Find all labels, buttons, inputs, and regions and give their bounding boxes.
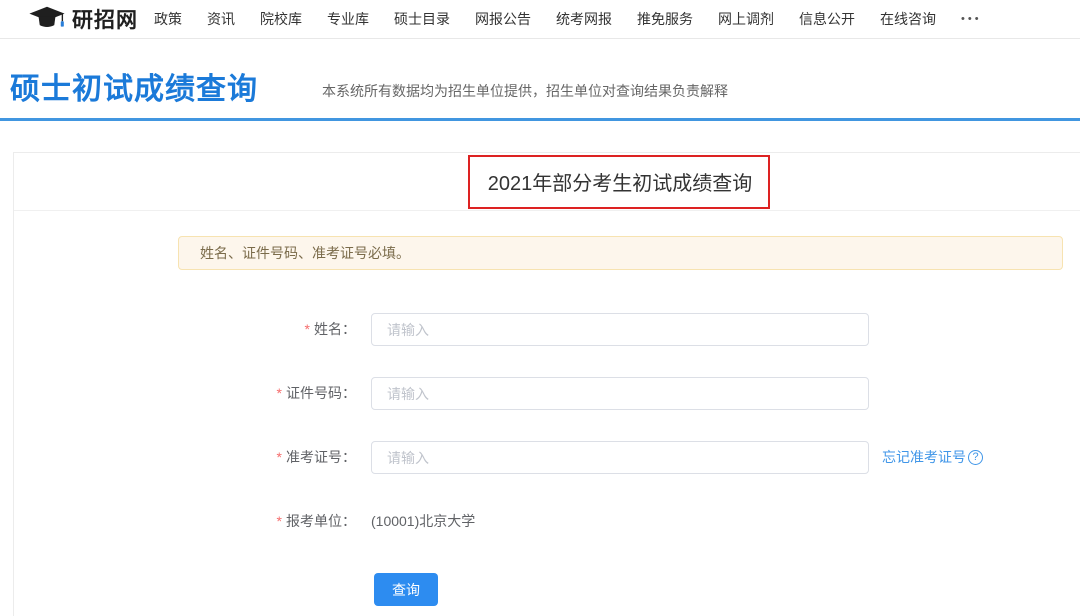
form-row-institution: *报考单位： (10001)北京大学 (14, 505, 1080, 538)
question-circle-icon: ? (968, 450, 983, 465)
institution-value: (10001)北京大学 (371, 505, 475, 538)
required-marker: * (277, 513, 282, 529)
admission-ticket-input[interactable] (371, 441, 869, 474)
query-form: *姓名： *证件号码： *准考证号： 忘记准考证号? (14, 313, 1080, 606)
nav-item-college-library[interactable]: 院校库 (260, 9, 302, 29)
nav-item-policy[interactable]: 政策 (154, 9, 182, 29)
graduation-cap-icon (28, 6, 66, 32)
nav-item-news[interactable]: 资讯 (207, 9, 235, 29)
top-nav-bar: 研招网 政策 资讯 院校库 专业库 硕士目录 网报公告 统考网报 推免服务 网上… (0, 0, 1080, 39)
nav-item-online-report-notice[interactable]: 网报公告 (475, 9, 531, 29)
id-number-label: *证件号码： (14, 377, 356, 410)
required-marker: * (277, 449, 282, 465)
blue-divider (0, 118, 1080, 121)
nav-item-unified-exam-report[interactable]: 统考网报 (556, 9, 612, 29)
card-title-bar: 2021年部分考生初试成绩查询 (14, 153, 1080, 211)
required-marker: * (305, 321, 310, 337)
card-title: 2021年部分考生初试成绩查询 (488, 167, 753, 196)
name-input[interactable] (371, 313, 869, 346)
forgot-admission-ticket-link[interactable]: 忘记准考证号? (882, 441, 983, 474)
main-nav: 政策 资讯 院校库 专业库 硕士目录 网报公告 统考网报 推免服务 网上调剂 信… (154, 9, 982, 29)
score-query-card: 2021年部分考生初试成绩查询 姓名、证件号码、准考证号必填。 *姓名： *证件… (13, 152, 1080, 616)
nav-more-ellipsis-icon[interactable]: ••• (961, 13, 982, 25)
nav-item-online-adjustment[interactable]: 网上调剂 (718, 9, 774, 29)
page-title: 硕士初试成绩查询 (10, 64, 258, 108)
nav-item-master-catalog[interactable]: 硕士目录 (394, 9, 450, 29)
admission-ticket-label: *准考证号： (14, 441, 356, 474)
nav-item-major-library[interactable]: 专业库 (327, 9, 369, 29)
name-label: *姓名： (14, 313, 356, 346)
required-fields-alert: 姓名、证件号码、准考证号必填。 (178, 236, 1063, 270)
site-logo[interactable]: 研招网 (28, 4, 138, 34)
logo-text: 研招网 (72, 4, 138, 34)
required-marker: * (277, 385, 282, 401)
form-row-name: *姓名： (14, 313, 1080, 346)
page-subtitle: 本系统所有数据均为招生单位提供，招生单位对查询结果负责解释 (322, 81, 728, 101)
nav-item-exempt-service[interactable]: 推免服务 (637, 9, 693, 29)
query-button[interactable]: 查询 (374, 573, 438, 606)
nav-item-online-consult[interactable]: 在线咨询 (880, 9, 936, 29)
institution-label: *报考单位： (14, 505, 356, 538)
nav-item-info-disclosure[interactable]: 信息公开 (799, 9, 855, 29)
id-number-input[interactable] (371, 377, 869, 410)
form-row-admission-ticket: *准考证号： 忘记准考证号? (14, 441, 1080, 474)
form-row-id-number: *证件号码： (14, 377, 1080, 410)
